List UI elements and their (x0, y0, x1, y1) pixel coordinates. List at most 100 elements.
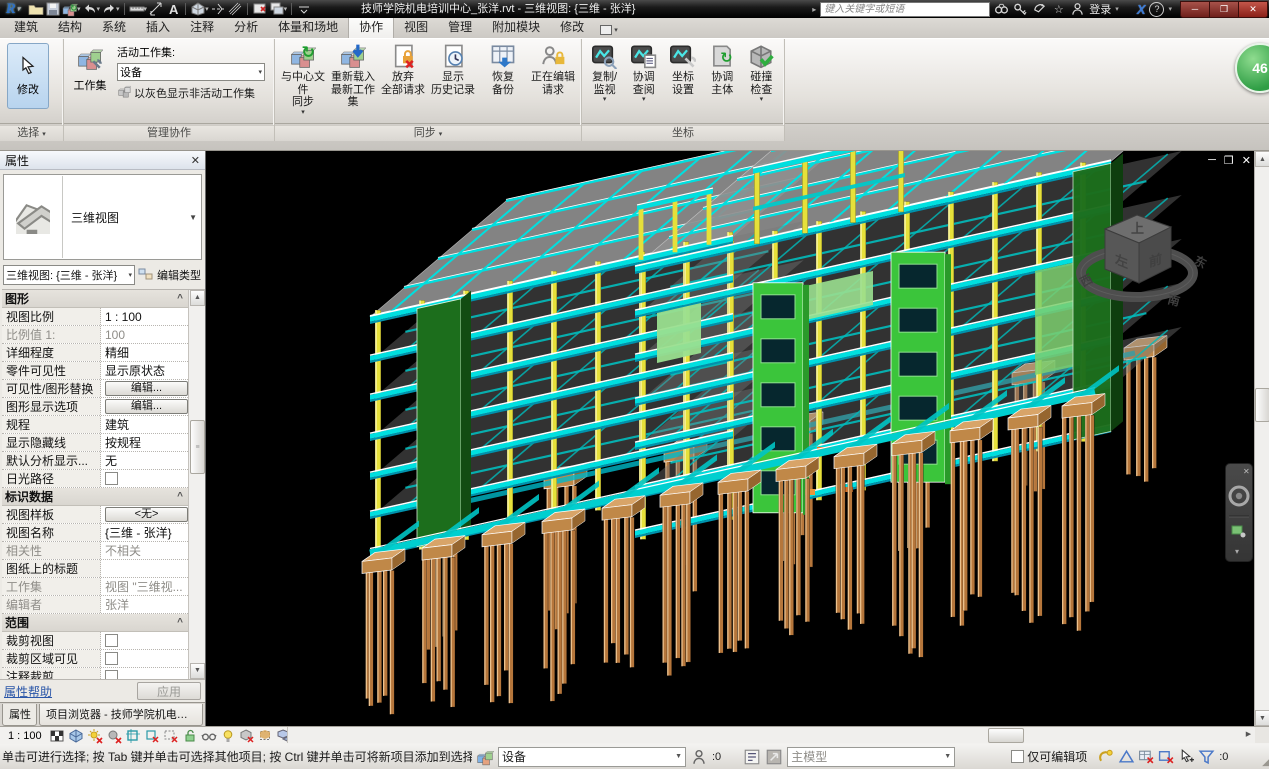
qat-menu-icon[interactable] (296, 2, 312, 17)
sign-in-label[interactable]: 登录 (1089, 1, 1111, 17)
ribbon-display-toggle[interactable]: ▾ (600, 25, 618, 38)
help-icon[interactable]: ? (1149, 2, 1164, 17)
favorites-icon[interactable]: ☆ (1051, 2, 1066, 17)
prop-scroll-up[interactable]: ▲ (190, 290, 205, 306)
property-value[interactable]: 编辑... (101, 398, 188, 415)
tab-注释[interactable]: 注释 (180, 16, 224, 38)
tab-修改[interactable]: 修改 (550, 16, 594, 38)
button-正在编辑[interactable]: 正在编辑 请求 (528, 41, 578, 109)
sync-home-icon[interactable]: ↻ (62, 2, 78, 17)
crop-icon[interactable] (125, 728, 141, 743)
help-arrow[interactable]: ▾ (1168, 5, 1172, 13)
revit-app-button[interactable]: R▾ (0, 0, 26, 18)
prop-scroll-thumb[interactable]: ≡ (190, 420, 205, 474)
properties-close-icon[interactable]: ✕ (191, 154, 200, 167)
thin-lines-icon[interactable] (227, 2, 243, 17)
property-value[interactable]: 无 (101, 452, 188, 469)
button-重新载入[interactable]: 重新载入 最新工作集 (328, 41, 378, 109)
bulb-icon[interactable] (220, 728, 236, 743)
reveal-constraints-icon[interactable] (1117, 748, 1135, 766)
sign-in-arrow[interactable]: ▾ (1115, 5, 1119, 13)
default-3d-icon[interactable] (190, 2, 206, 17)
property-value[interactable]: 视图 "三维视... (101, 578, 188, 595)
property-value[interactable]: <无> (101, 506, 188, 523)
properties-help-link[interactable]: 属性帮助 (4, 683, 52, 700)
active-option-icon[interactable] (765, 748, 783, 766)
tab-建筑[interactable]: 建筑 (4, 16, 48, 38)
view-close-icon[interactable]: ✕ (1242, 154, 1251, 167)
property-value[interactable]: 100 (101, 326, 188, 343)
property-checkbox[interactable] (105, 472, 118, 485)
design-options-icon[interactable] (743, 748, 761, 766)
shadows-icon[interactable] (106, 728, 122, 743)
tab-视图[interactable]: 视图 (394, 16, 438, 38)
borrowers-icon[interactable] (690, 748, 708, 766)
tab-插入[interactable]: 插入 (136, 16, 180, 38)
user-icon[interactable] (1070, 2, 1085, 17)
property-value[interactable] (101, 632, 188, 649)
worksets-button[interactable]: 工作集 (67, 41, 113, 111)
default-3d-icon-arrow[interactable]: ▾ (205, 5, 209, 13)
button-协调[interactable]: ↻协调 主体 (703, 41, 742, 109)
property-value[interactable] (101, 470, 188, 487)
notification-badge[interactable]: 46 (1235, 43, 1269, 93)
prop-scroll-down[interactable]: ▼ (190, 663, 205, 679)
measure-icon-arrow[interactable]: ▾ (144, 5, 148, 13)
redo-icon[interactable] (101, 2, 117, 17)
resize-grip[interactable]: ◢ (1262, 757, 1268, 768)
dashed-cube-icon[interactable] (258, 728, 274, 743)
tab-分析[interactable]: 分析 (224, 16, 268, 38)
gray-inactive-toggle[interactable]: 以灰色显示非活动工作集 (117, 84, 265, 101)
communication-icon[interactable] (1032, 2, 1047, 17)
property-value[interactable]: 1 : 100 (101, 308, 188, 325)
aligned-dim-icon[interactable] (148, 2, 164, 17)
modify-button[interactable]: 修改 (7, 43, 49, 109)
editable-only-toggle[interactable]: 仅可编辑项 (1011, 748, 1087, 765)
folder-icon[interactable] (28, 2, 44, 17)
editable-only-checkbox[interactable] (1011, 750, 1024, 763)
close-hidden-icon[interactable] (252, 2, 268, 17)
property-value[interactable]: 编辑... (101, 380, 188, 397)
visual-style-icon[interactable] (68, 728, 84, 743)
detail-level-icon[interactable] (49, 728, 65, 743)
type-selector[interactable]: 三维视图 ▼ (3, 174, 202, 260)
view-scale-button[interactable]: 1 : 100 (4, 730, 46, 742)
search-input[interactable]: 键入关键字或短语 (820, 2, 990, 17)
tab-properties[interactable]: 属性 (2, 704, 37, 726)
worksharing-display-icon[interactable] (1097, 748, 1115, 766)
property-value[interactable] (101, 668, 188, 679)
edit-button[interactable]: 编辑... (105, 381, 188, 396)
tab-project-browser[interactable]: 项目浏览器 - 技师学院机电培训... (39, 704, 203, 726)
property-checkbox[interactable] (105, 652, 118, 665)
section-header[interactable]: 范围^ (2, 614, 188, 632)
button-恢复[interactable]: 恢复 备份 (478, 41, 528, 109)
button-与中心文件[interactable]: ↻与中心文件 同步▾ (278, 41, 328, 109)
hide-crop-icon[interactable] (163, 728, 179, 743)
sun-path-icon[interactable] (87, 728, 103, 743)
vertical-scrollbar[interactable]: ▲ ▼ (1254, 151, 1269, 726)
scroll-up-arrow[interactable]: ▲ (1255, 151, 1269, 167)
sync-home-icon-arrow[interactable]: ▾ (77, 5, 81, 13)
edit-type-button[interactable]: 编辑类型 (138, 266, 201, 285)
tab-协作[interactable]: 协作 (348, 15, 394, 38)
property-value[interactable]: 精细 (101, 344, 188, 361)
minimize-button[interactable]: ─ (1180, 1, 1210, 18)
property-value[interactable] (101, 560, 188, 577)
section-header[interactable]: 图形^ (2, 290, 188, 308)
button-协调[interactable]: 协调 查阅▾ (624, 41, 663, 109)
subscription-icon[interactable] (1013, 2, 1028, 17)
panel-label-synchronize[interactable]: 同步 ▾ (275, 125, 581, 141)
crop-x-icon[interactable] (144, 728, 160, 743)
tab-管理[interactable]: 管理 (438, 16, 482, 38)
restore-button[interactable]: ❒ (1210, 1, 1239, 18)
button-显示[interactable]: 显示 历史记录 (428, 41, 478, 109)
tab-体量和场地[interactable]: 体量和场地 (268, 16, 348, 38)
switch-windows-icon[interactable] (269, 2, 285, 17)
scroll-down-arrow[interactable]: ▼ (1255, 710, 1269, 726)
tab-结构[interactable]: 结构 (48, 16, 92, 38)
button-坐标[interactable]: 坐标 设置 (663, 41, 702, 109)
select-underlay-icon[interactable] (1177, 748, 1195, 766)
property-value[interactable]: 按规程 (101, 434, 188, 451)
property-value[interactable]: 建筑 (101, 416, 188, 433)
title-expand-arrow[interactable]: ▸ (812, 5, 816, 14)
